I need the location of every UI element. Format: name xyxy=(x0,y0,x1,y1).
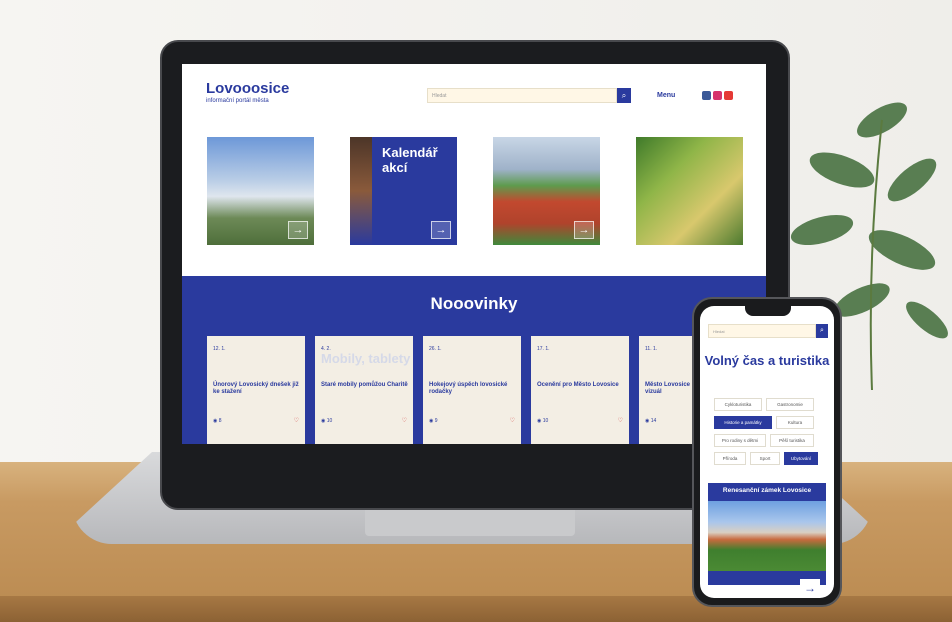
facebook-icon[interactable] xyxy=(702,91,711,100)
tile-calendar[interactable]: Kalendář akcí → xyxy=(350,137,457,245)
views-value: 14 xyxy=(650,418,657,424)
arrow-right-icon[interactable]: → xyxy=(800,579,820,597)
news-card-image-text: Mobily, tablety xyxy=(321,351,411,366)
news-date: 12. 1. xyxy=(213,346,226,352)
arrow-right-icon[interactable]: → xyxy=(431,221,451,239)
phone-search-input[interactable]: Hledat xyxy=(708,324,816,338)
laptop-trackpad xyxy=(365,506,575,536)
menu-button[interactable]: Menu xyxy=(657,92,675,99)
news-card-title: Staré mobily pomůžou Charitě xyxy=(321,382,408,388)
search-icon[interactable]: ⌕ xyxy=(617,88,631,103)
category-chip[interactable]: Pro rodiny s dětmi xyxy=(714,434,766,447)
feature-card[interactable]: Renesanční zámek Lovosice → xyxy=(708,483,826,597)
category-chip-active[interactable]: Historie a památky xyxy=(714,416,772,429)
phone-page-title: Volný čas a turistika xyxy=(704,353,830,368)
news-card-title: Hokejový úspěch lovosické rodačky xyxy=(429,382,508,395)
views-count: ◉ 9 xyxy=(429,418,438,424)
news-card[interactable]: 26. 1. Hokejový úspěch lovosické rodačky… xyxy=(423,336,521,444)
category-chip-active[interactable]: Ubytování xyxy=(784,452,818,465)
views-count: ◉ 8 xyxy=(213,418,222,424)
tile-image-strip xyxy=(350,137,372,245)
castle-photo xyxy=(708,501,826,571)
views-value: 8 xyxy=(218,418,222,424)
news-card[interactable]: 12. 1. Únorový Lovosický dnešek již ke s… xyxy=(207,336,305,444)
arrow-right-icon[interactable]: → xyxy=(288,221,308,239)
arrow-right-icon[interactable]: → xyxy=(574,221,594,239)
phone-screen: Hledat ⌕ Volný čas a turistika Cykloturi… xyxy=(700,306,834,598)
heart-icon[interactable]: ♡ xyxy=(402,417,407,424)
news-section: Nooovinky 12. 1. Únorový Lovosický dneše… xyxy=(182,276,766,444)
tile-photo-cyclists[interactable] xyxy=(636,137,743,245)
category-chip[interactable]: Cykloturistika xyxy=(714,398,762,411)
category-chip[interactable]: Pěší turistika xyxy=(770,434,814,447)
search-icon[interactable]: ⌕ xyxy=(816,324,828,338)
views-value: 10 xyxy=(542,418,549,424)
phone-notch xyxy=(745,306,791,316)
news-title: Nooovinky xyxy=(430,294,518,313)
news-date: 11. 1. xyxy=(645,346,658,352)
laptop-screen: Lovooosice informační portál města Hleda… xyxy=(182,64,766,444)
category-chip[interactable]: Příroda xyxy=(714,452,746,465)
site-header: Lovooosice informační portál města Hleda… xyxy=(182,64,766,119)
heart-icon[interactable]: ♡ xyxy=(294,417,299,424)
category-chip[interactable]: Gastronomie xyxy=(766,398,814,411)
site-logo[interactable]: Lovooosice xyxy=(206,80,289,97)
news-card[interactable]: 17. 1. Ocenění pro Město Lovosice ◉ 10 ♡ xyxy=(531,336,629,444)
views-count: ◉ 14 xyxy=(645,418,656,424)
news-date: 17. 1. xyxy=(537,346,550,352)
tile-label: Kalendář akcí xyxy=(382,145,438,175)
heart-icon[interactable]: ♡ xyxy=(618,417,623,424)
views-value: 9 xyxy=(434,418,438,424)
site-logo-subtitle: informační portál města xyxy=(206,98,269,104)
news-card-title: Únorový Lovosický dnešek již ke stažení xyxy=(213,382,299,395)
news-date: 26. 1. xyxy=(429,346,442,352)
search-input[interactable]: Hledat xyxy=(427,88,617,103)
category-chip[interactable]: Kultura xyxy=(776,416,814,429)
views-value: 10 xyxy=(326,418,333,424)
feature-caption: Renesanční zámek Lovosice xyxy=(722,487,812,494)
youtube-icon[interactable] xyxy=(724,91,733,100)
views-count: ◉ 10 xyxy=(537,418,548,424)
news-card[interactable]: 4. 2. Mobily, tablety Staré mobily pomůž… xyxy=(315,336,413,444)
category-chip[interactable]: Sport xyxy=(750,452,780,465)
tile-photo-town[interactable]: → xyxy=(207,137,314,245)
tile-photo-stadium[interactable]: → xyxy=(493,137,600,245)
heart-icon[interactable]: ♡ xyxy=(510,417,515,424)
instagram-icon[interactable] xyxy=(713,91,722,100)
views-count: ◉ 10 xyxy=(321,418,332,424)
news-card-title: Ocenění pro Město Lovosice xyxy=(537,382,619,388)
